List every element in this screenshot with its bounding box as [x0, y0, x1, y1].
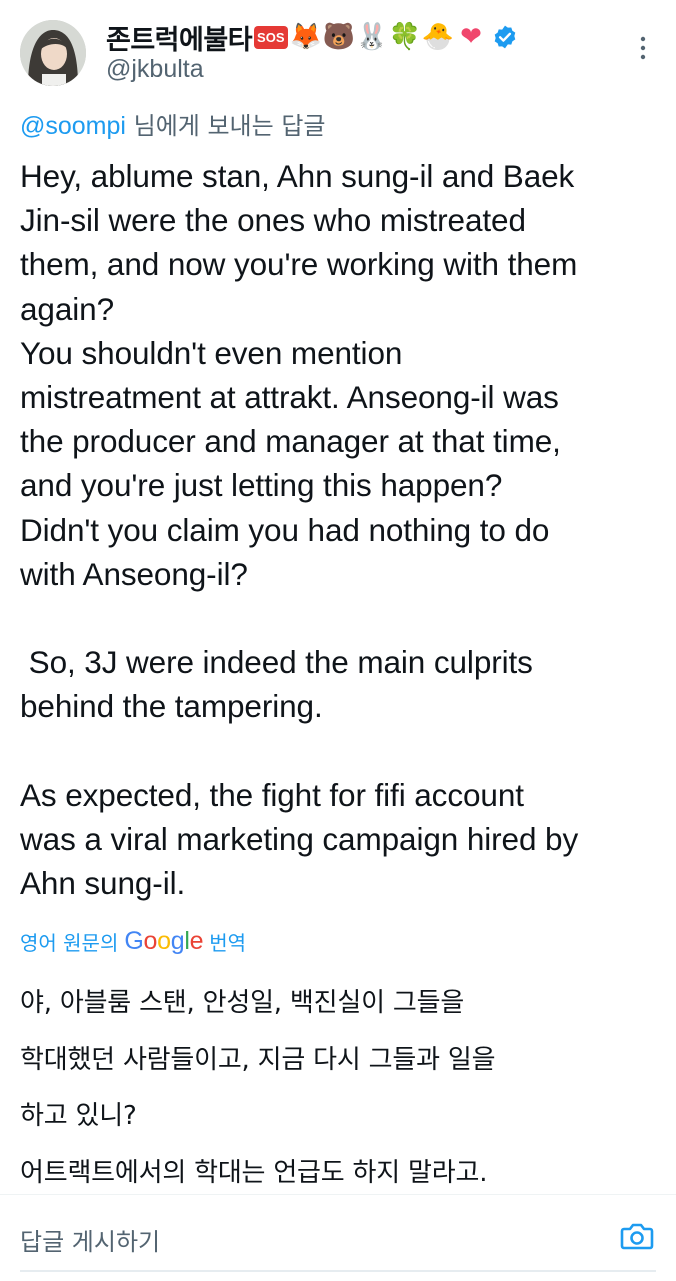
chick-emoji: 🐣: [421, 22, 455, 52]
fox-emoji: 🦊: [289, 22, 323, 52]
translation-label[interactable]: 영어 원문의 Google 번역: [20, 924, 246, 958]
heart-emoji: ❤: [460, 22, 482, 52]
bear-emoji: 🐻: [322, 22, 356, 52]
name-emojis: SOS 🦊 🐻 🐰 🍀 🐣 ❤: [254, 24, 487, 50]
reply-context-suffix: 님에게 보내는 답글: [125, 112, 326, 140]
rabbit-emoji: 🐰: [355, 22, 389, 52]
tweet-text: Hey, ablume stan, Ahn sung-il and Baek J…: [20, 158, 579, 902]
sos-badge: SOS: [254, 25, 288, 49]
author-handle[interactable]: @jkbulta: [106, 55, 204, 84]
display-name[interactable]: 존트럭에불타: [106, 18, 253, 57]
more-options-icon[interactable]: [636, 33, 650, 63]
avatar-image: [20, 20, 86, 86]
verified-badge-icon: [494, 25, 515, 49]
clover-emoji: 🍀: [388, 22, 422, 52]
author-avatar[interactable]: [20, 20, 86, 86]
reply-mention-link[interactable]: @soompi: [20, 112, 126, 140]
display-name-row[interactable]: 존트럭에불타 SOS 🦊 🐻 🐰 🍀 🐣 ❤: [106, 18, 518, 57]
google-logo: Google: [124, 926, 204, 955]
reply-context: @soompi 님에게 보내는 답글: [20, 106, 326, 141]
translation-label-prefix: 영어 원문의: [20, 930, 119, 955]
reply-input[interactable]: 답글 게시하기: [20, 1222, 160, 1257]
translated-text: 야, 아블룸 스탠, 안성일, 백진실이 그들을 학대했던 사람들이고, 지금 …: [20, 988, 496, 1188]
camera-icon[interactable]: [620, 1220, 654, 1252]
translation-label-suffix: 번역: [209, 930, 247, 955]
reply-input-underline: [20, 1270, 656, 1272]
tweet-header: 존트럭에불타 SOS 🦊 🐻 🐰 🍀 🐣 ❤ @jkbulta: [0, 0, 676, 100]
